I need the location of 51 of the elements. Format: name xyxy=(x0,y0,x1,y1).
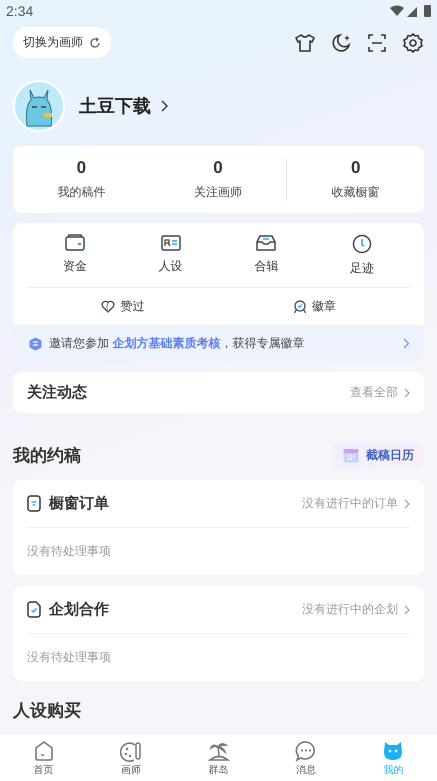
tray-icon xyxy=(256,234,276,252)
nav-item[interactable]: 消息 xyxy=(262,735,350,781)
stat-item[interactable]: 0 收藏橱窗 xyxy=(286,158,424,201)
document-icon xyxy=(27,495,41,512)
shortcut-item[interactable]: 资金 xyxy=(27,234,123,277)
shortcut-item[interactable]: 人设 xyxy=(122,234,218,277)
card-title: 橱窗订单 xyxy=(49,494,110,513)
profile-name[interactable]: 土豆下载 xyxy=(79,94,151,118)
secondary-link[interactable]: 徽章 xyxy=(218,298,410,315)
document-check-icon xyxy=(27,601,41,618)
heart-icon xyxy=(101,300,116,313)
mascot-icon xyxy=(382,740,404,762)
nav-item[interactable]: 群岛 xyxy=(174,735,262,781)
status-time: 2:34 xyxy=(6,3,34,19)
clock-icon xyxy=(352,234,372,254)
invite-text: 邀请您参加 企划方基础素质考核，获得专属徽章 xyxy=(49,335,306,352)
status-icons xyxy=(389,4,433,18)
scan-icon[interactable] xyxy=(366,32,388,54)
stat-item[interactable]: 0 我的稿件 xyxy=(13,158,150,201)
badge-icon xyxy=(292,300,307,314)
nav-item[interactable]: 画师 xyxy=(87,735,175,781)
shirt-icon[interactable] xyxy=(294,32,316,54)
badge-icon xyxy=(29,336,42,350)
chevron-icon xyxy=(404,498,410,508)
refresh-icon xyxy=(89,36,101,48)
section-title: 我的约稿 xyxy=(13,445,81,467)
chat-bubble-icon xyxy=(294,740,317,762)
palette-icon xyxy=(120,740,142,762)
stat-item[interactable]: 0 关注画师 xyxy=(150,158,286,201)
chevron-icon xyxy=(404,604,410,614)
avatar[interactable] xyxy=(13,80,65,132)
chevron-icon xyxy=(404,388,410,398)
moon-icon[interactable] xyxy=(330,32,352,54)
id-card-icon xyxy=(160,234,181,252)
switch-role-button[interactable]: 切换为画师 xyxy=(13,27,111,58)
card-title: 企划合作 xyxy=(49,600,110,619)
nav-item[interactable]: 首页 xyxy=(0,735,88,781)
secondary-link[interactable]: 赞过 xyxy=(27,298,218,315)
chevron-icon xyxy=(403,338,410,349)
empty-message: 没有待处理事项 xyxy=(27,649,112,666)
chevron-icon xyxy=(161,100,169,112)
settings-icon[interactable] xyxy=(402,32,424,54)
shortcut-item[interactable]: 足迹 xyxy=(314,234,410,277)
wallet-icon xyxy=(64,234,85,252)
empty-message: 没有待处理事项 xyxy=(27,543,112,560)
shortcut-item[interactable]: 合辑 xyxy=(218,234,314,277)
section-title: 关注动态 xyxy=(27,383,87,402)
section-title: 人设购买 xyxy=(13,700,81,722)
calendar-icon xyxy=(343,448,359,463)
home-icon xyxy=(32,740,55,762)
deadline-calendar-button[interactable]: 截稿日历 xyxy=(333,442,424,469)
